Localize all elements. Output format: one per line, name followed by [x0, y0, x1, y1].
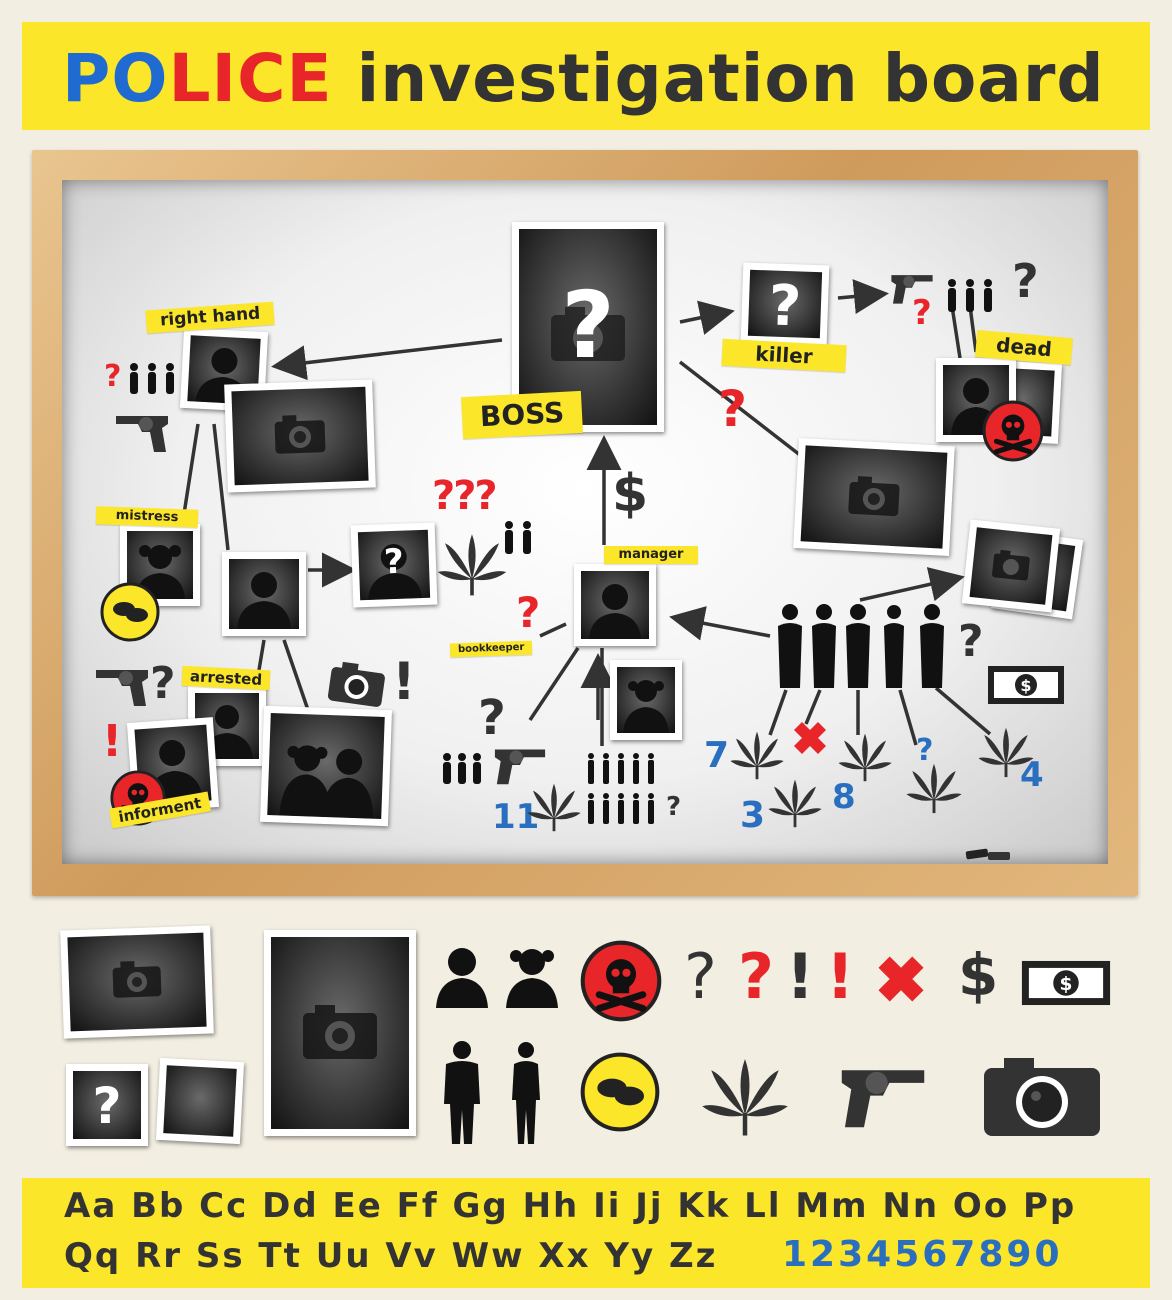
camera-icon [848, 476, 900, 517]
skull-icon [580, 940, 662, 1022]
manager-photo [574, 564, 656, 646]
killer-photo: ? [740, 262, 830, 346]
person-icon-group [586, 752, 668, 828]
manager-girl-photo [610, 660, 682, 740]
page-title: PO LICE investigation board [62, 38, 1105, 118]
revolver-icon [92, 656, 152, 714]
camera-icon [323, 654, 391, 712]
question-mark: ? [516, 588, 541, 637]
girl-icon [502, 944, 562, 1008]
person-icon-group [944, 278, 996, 314]
person-icon [440, 1040, 484, 1144]
question-mark: ? [666, 792, 682, 822]
mistress-label: mistress [95, 506, 199, 528]
revolver-icon [822, 1048, 944, 1140]
girl-icon [506, 1040, 546, 1144]
exclamation-mark: ! [102, 716, 123, 767]
revolver-icon [112, 402, 172, 460]
number-label-4: 4 [1020, 755, 1044, 795]
title-segment-lice: LICE [168, 39, 333, 117]
cannabis-leaf-icon [526, 778, 582, 834]
title-segment-rest: investigation board [332, 39, 1105, 117]
number-label-3: 3 [740, 795, 766, 836]
person-icon-group [440, 752, 484, 786]
digits-row: 1234567890 [782, 1234, 1063, 1275]
unknown-photo-right [793, 437, 955, 557]
asset-photo-portrait [264, 930, 416, 1136]
banknote-icon: $ [986, 660, 1066, 710]
speech-icon [580, 1052, 660, 1132]
svg-text:?: ? [92, 1077, 121, 1135]
asset-photo-question: ? [66, 1064, 148, 1146]
question-mark: ? [738, 940, 774, 1013]
question-mark: ? [912, 293, 932, 333]
asset-photo-blank [155, 1057, 245, 1145]
question-mark-group: ??? [432, 473, 498, 519]
speech-icon [100, 582, 160, 642]
person-icon-group [774, 604, 952, 688]
question-mark: ? [1012, 254, 1039, 308]
alphabet-row-2: Qq Rr Ss Tt Uu Vv Ww Xx Yy Zz [64, 1236, 718, 1276]
question-mark: ? [718, 380, 748, 438]
alphabet-row-1: Aa Bb Cc Dd Ee Ff Gg Hh Ii Jj Kk Ll Mm N… [64, 1186, 1077, 1226]
stacked-photo [961, 519, 1061, 613]
svg-text:?: ? [768, 273, 803, 338]
cross-icon [868, 948, 934, 1010]
suspect-photo-center-left [222, 552, 306, 636]
kids-photo [260, 705, 392, 827]
dollar-icon: $ [958, 941, 999, 1009]
number-label-8: 8 [832, 777, 856, 817]
camera-icon [980, 1048, 1104, 1140]
exclamation-mark: ! [826, 940, 855, 1013]
person-icon [434, 944, 490, 1008]
question-mark: ? [958, 616, 984, 667]
svg-text:$: $ [1060, 974, 1073, 995]
question-mark: ? [150, 658, 176, 709]
question-mark: ? [478, 690, 506, 746]
asset-photo-landscape [60, 925, 214, 1039]
manager-label: manager [604, 546, 698, 564]
person-icon [589, 584, 641, 639]
unknown-suspect-photo: ? [350, 522, 438, 608]
camera-icon [274, 415, 326, 454]
svg-text:?: ? [383, 542, 404, 583]
exclamation-mark: ! [786, 940, 815, 1013]
exclamation-mark: ! [392, 652, 416, 712]
cannabis-leaf-icon [904, 758, 964, 816]
cannabis-leaf-icon [698, 1050, 792, 1140]
number-label-7: 7 [704, 735, 730, 776]
cannabis-leaf-icon [836, 728, 894, 784]
question-mark: ? [684, 940, 717, 1013]
camera-icon [303, 1005, 377, 1059]
cannabis-leaf-icon [766, 774, 824, 830]
cannabis-leaf-icon [436, 524, 508, 602]
camera-icon [112, 961, 162, 998]
banknote-icon: $ [1012, 954, 1120, 1012]
svg-text:?: ? [561, 272, 614, 379]
camera-icon [992, 549, 1030, 581]
girl-icon [623, 680, 669, 733]
title-segment-po: PO [62, 39, 169, 117]
person-icon-group [500, 520, 536, 556]
bookkeeper-label: bookkeeper [449, 640, 533, 657]
person-icon-group [126, 362, 178, 396]
question-mark: ? [104, 359, 122, 394]
person-icon: ? [368, 542, 423, 600]
girl-icon [279, 745, 374, 819]
skull-icon [982, 400, 1044, 462]
cross-icon [788, 716, 832, 760]
dollar-icon: $ [612, 464, 649, 524]
boss-label: BOSS [460, 390, 584, 439]
svg-text:$: $ [1020, 676, 1031, 695]
person-icon [237, 572, 291, 629]
chalk-icon [962, 842, 1014, 864]
photo-right-hand-2 [224, 379, 376, 493]
